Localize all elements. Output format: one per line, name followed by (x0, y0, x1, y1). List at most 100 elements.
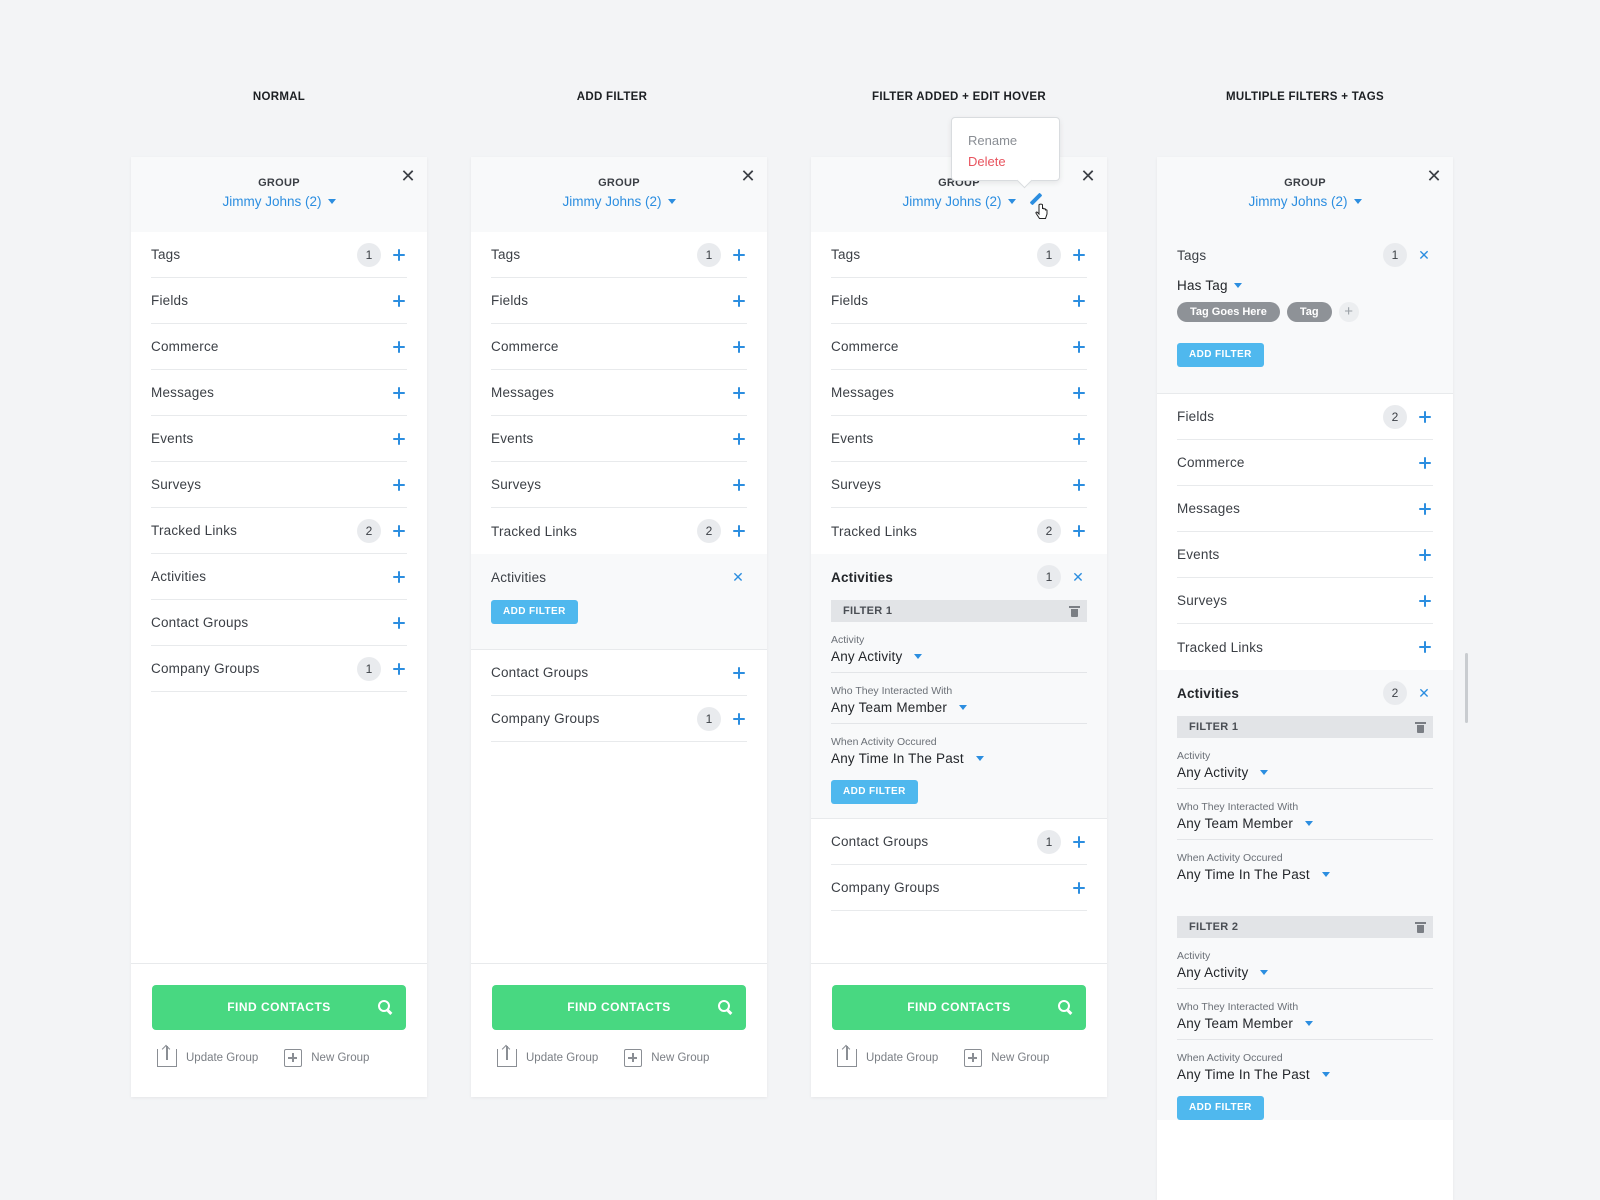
add-icon[interactable] (731, 247, 747, 263)
add-icon[interactable] (1071, 293, 1087, 309)
close-icon[interactable]: ✕ (1425, 167, 1443, 185)
add-icon[interactable] (391, 339, 407, 355)
add-icon[interactable] (1071, 523, 1087, 539)
category-row-company-groups[interactable]: Company Groups (831, 865, 1087, 911)
add-icon[interactable] (1071, 834, 1087, 850)
category-row-tracked-links[interactable]: Tracked Links 2 (491, 508, 747, 554)
group-select[interactable]: Jimmy Johns (2) (1157, 194, 1453, 209)
new-group-link[interactable]: New Group (964, 1049, 1049, 1067)
trash-icon[interactable] (1069, 606, 1080, 617)
add-filter-button[interactable]: ADD FILTER (1177, 1096, 1264, 1120)
category-row-events[interactable]: Events (831, 416, 1087, 462)
who-field[interactable]: Who They Interacted With Any Team Member (1177, 989, 1433, 1040)
category-row-events[interactable]: Events (491, 416, 747, 462)
add-icon[interactable] (1417, 501, 1433, 517)
category-row-tags[interactable]: Tags 1 (151, 232, 407, 278)
category-row-company-groups[interactable]: Company Groups 1 (491, 696, 747, 742)
category-row-tracked-links[interactable]: Tracked Links 2 (151, 508, 407, 554)
add-icon[interactable] (1071, 431, 1087, 447)
category-row-tracked-links[interactable]: Tracked Links 2 (831, 508, 1087, 554)
add-icon[interactable] (731, 477, 747, 493)
scrollbar-thumb[interactable] (1465, 653, 1468, 723)
when-field[interactable]: When Activity Occured Any Time In The Pas… (1177, 840, 1433, 916)
who-field[interactable]: Who They Interacted With Any Team Member (1177, 789, 1433, 840)
category-row-fields[interactable]: Fields (491, 278, 747, 324)
trash-icon[interactable] (1415, 722, 1426, 733)
add-icon[interactable] (391, 247, 407, 263)
tag-pill[interactable]: Tag Goes Here (1177, 302, 1280, 322)
category-row-activities[interactable]: Activities (151, 554, 407, 600)
find-contacts-button[interactable]: FIND CONTACTS (492, 985, 746, 1030)
add-icon[interactable] (1071, 477, 1087, 493)
category-row-fields[interactable]: Fields (151, 278, 407, 324)
category-row-contact-groups[interactable]: Contact Groups (151, 600, 407, 646)
category-row-commerce[interactable]: Commerce (831, 324, 1087, 370)
add-icon[interactable] (391, 293, 407, 309)
add-filter-button[interactable]: ADD FILTER (1177, 343, 1264, 367)
category-row-contact-groups[interactable]: Contact Groups 1 (831, 819, 1087, 865)
add-icon[interactable] (391, 661, 407, 677)
add-icon[interactable] (731, 431, 747, 447)
category-row-company-groups[interactable]: Company Groups 1 (151, 646, 407, 692)
close-icon[interactable]: ✕ (1071, 570, 1085, 584)
category-row-fields[interactable]: Fields 2 (1177, 394, 1433, 440)
add-filter-button[interactable]: ADD FILTER (491, 600, 578, 624)
add-icon[interactable] (391, 523, 407, 539)
update-group-link[interactable]: Update Group (497, 1046, 598, 1067)
category-row-surveys[interactable]: Surveys (1177, 578, 1433, 624)
category-row-messages[interactable]: Messages (151, 370, 407, 416)
category-row-tags[interactable]: Tags 1 (831, 232, 1087, 278)
add-tag-icon[interactable]: + (1338, 302, 1359, 322)
category-row-commerce[interactable]: Commerce (491, 324, 747, 370)
trash-icon[interactable] (1415, 922, 1426, 933)
group-select[interactable]: Jimmy Johns (2) (471, 194, 767, 209)
activity-field[interactable]: Activity Any Activity (1177, 738, 1433, 789)
add-icon[interactable] (1071, 385, 1087, 401)
category-row-activities[interactable]: Activities 1 ✕ (831, 554, 1087, 600)
category-row-activities[interactable]: Activities 2 ✕ (1177, 670, 1433, 716)
delete-menu-item[interactable]: Delete (968, 151, 1043, 172)
category-row-fields[interactable]: Fields (831, 278, 1087, 324)
when-field[interactable]: When Activity Occured Any Time In The Pas… (831, 724, 1087, 780)
find-contacts-button[interactable]: FIND CONTACTS (832, 985, 1086, 1030)
category-row-surveys[interactable]: Surveys (151, 462, 407, 508)
new-group-link[interactable]: New Group (624, 1049, 709, 1067)
find-contacts-button[interactable]: FIND CONTACTS (152, 985, 406, 1030)
group-select[interactable]: Jimmy Johns (2) (811, 194, 1107, 209)
close-icon[interactable]: ✕ (731, 570, 745, 584)
category-row-surveys[interactable]: Surveys (491, 462, 747, 508)
add-icon[interactable] (391, 477, 407, 493)
category-row-events[interactable]: Events (151, 416, 407, 462)
category-row-surveys[interactable]: Surveys (831, 462, 1087, 508)
close-icon[interactable]: ✕ (1417, 248, 1431, 262)
who-field[interactable]: Who They Interacted With Any Team Member (831, 673, 1087, 724)
add-icon[interactable] (731, 523, 747, 539)
add-icon[interactable] (1417, 593, 1433, 609)
add-icon[interactable] (391, 431, 407, 447)
activity-field[interactable]: Activity Any Activity (831, 622, 1087, 673)
add-icon[interactable] (391, 615, 407, 631)
update-group-link[interactable]: Update Group (837, 1046, 938, 1067)
close-icon[interactable]: ✕ (1417, 686, 1431, 700)
add-icon[interactable] (1417, 547, 1433, 563)
category-row-messages[interactable]: Messages (491, 370, 747, 416)
add-icon[interactable] (1071, 880, 1087, 896)
category-row-messages[interactable]: Messages (831, 370, 1087, 416)
close-icon[interactable]: ✕ (739, 167, 757, 185)
add-icon[interactable] (1071, 247, 1087, 263)
add-icon[interactable] (731, 665, 747, 681)
close-icon[interactable]: ✕ (1079, 167, 1097, 185)
add-icon[interactable] (391, 385, 407, 401)
has-tag-select[interactable]: Has Tag (1177, 278, 1433, 293)
add-icon[interactable] (1071, 339, 1087, 355)
close-icon[interactable]: ✕ (399, 167, 417, 185)
category-row-tags[interactable]: Tags 1 (491, 232, 747, 278)
category-row-contact-groups[interactable]: Contact Groups (491, 650, 747, 696)
category-row-tags[interactable]: Tags 1 ✕ (1177, 232, 1433, 278)
add-icon[interactable] (731, 385, 747, 401)
add-icon[interactable] (1417, 639, 1433, 655)
category-row-activities[interactable]: Activities ✕ (491, 554, 747, 600)
add-icon[interactable] (731, 711, 747, 727)
rename-menu-item[interactable]: Rename (968, 130, 1043, 151)
add-filter-button[interactable]: ADD FILTER (831, 780, 918, 804)
